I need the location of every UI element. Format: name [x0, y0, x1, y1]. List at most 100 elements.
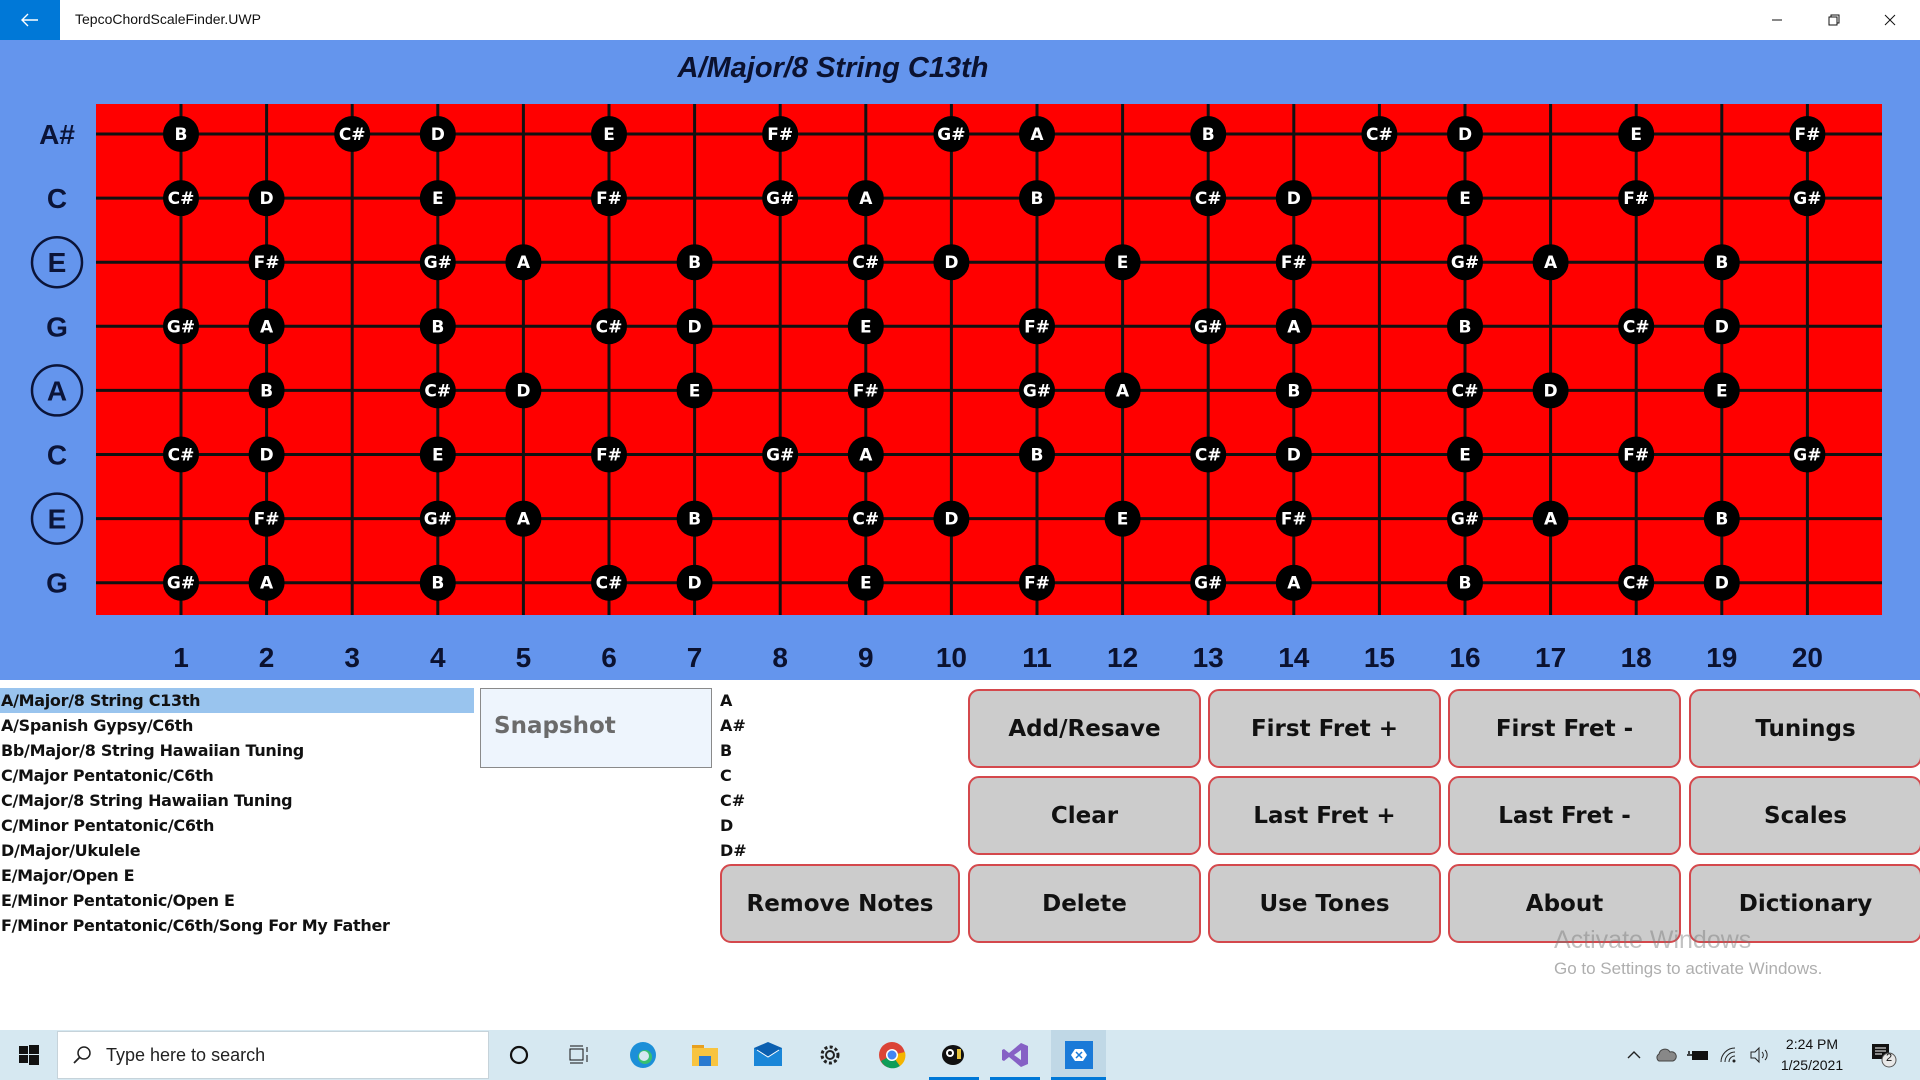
note-label: B: [688, 253, 701, 273]
first-fret-minus-button[interactable]: First Fret -: [1448, 689, 1681, 768]
string-label: C: [47, 183, 67, 214]
note-label: C#: [1195, 189, 1222, 209]
clear-button[interactable]: Clear: [968, 776, 1201, 855]
fret-number: 20: [1792, 642, 1823, 673]
note-label: B: [688, 510, 701, 530]
task-view-icon: [569, 1045, 588, 1064]
note-label: C#: [852, 510, 879, 530]
saved-list-item[interactable]: E/Minor Pentatonic/Open E: [0, 888, 474, 913]
clock-date: 1/25/2021: [1780, 1057, 1844, 1073]
taskbar-edge[interactable]: [619, 1030, 667, 1080]
note-label: G#: [1194, 317, 1222, 337]
note-list-item[interactable]: B: [720, 738, 960, 763]
note-label: G#: [1194, 574, 1222, 594]
edge-icon: [630, 1042, 656, 1068]
saved-scales-list[interactable]: A/Major/8 String C13th A/Spanish Gypsy/C6…: [0, 688, 474, 938]
last-fret-minus-button[interactable]: Last Fret -: [1448, 776, 1681, 855]
taskbar-current-app[interactable]: [1051, 1030, 1106, 1080]
note-list-item[interactable]: D: [720, 813, 960, 838]
taskbar-file-explorer[interactable]: [681, 1030, 729, 1080]
start-button[interactable]: [0, 1030, 57, 1080]
note-label: G#: [1451, 253, 1479, 273]
taskbar-settings[interactable]: [806, 1030, 854, 1080]
note-label: F#: [1281, 253, 1307, 273]
note-label: A: [1116, 381, 1130, 401]
note-label: B: [1459, 317, 1472, 337]
note-label: F#: [596, 446, 622, 466]
note-list-item[interactable]: D#: [720, 838, 960, 860]
speaker-icon: [1750, 1046, 1768, 1064]
saved-list-item[interactable]: C/Major Pentatonic/C6th: [0, 763, 474, 788]
use-tones-button[interactable]: Use Tones: [1208, 864, 1441, 943]
note-list-item[interactable]: A#: [720, 713, 960, 738]
search-placeholder: Type here to search: [106, 1044, 266, 1065]
note-label: C#: [852, 253, 879, 273]
show-hidden-icons-button[interactable]: [1620, 1030, 1648, 1080]
wifi-tray[interactable]: [1714, 1030, 1744, 1080]
note-label: C#: [168, 446, 195, 466]
fret-number: 6: [601, 642, 617, 673]
fretboard[interactable]: A#CEGACEG1 2 3 4 5 6 7 8 9 10 11 12 13 14 15 16 17 18 19 20…: [0, 0, 1920, 680]
volume-tray[interactable]: [1745, 1030, 1775, 1080]
windows-logo-icon: [18, 1045, 39, 1065]
note-label: C#: [596, 317, 623, 337]
tunings-button[interactable]: Tunings: [1689, 689, 1920, 768]
taskbar-mail[interactable]: [744, 1030, 792, 1080]
clock[interactable]: 2:24 PM 1/25/2021: [1778, 1030, 1846, 1080]
note-label: C#: [1366, 125, 1393, 145]
taskbar-bee-app[interactable]: [929, 1030, 979, 1080]
scales-button[interactable]: Scales: [1689, 776, 1920, 855]
note-label: C#: [168, 189, 195, 209]
taskbar-visual-studio[interactable]: [990, 1030, 1040, 1080]
fret-number: 16: [1449, 642, 1480, 673]
note-label: D: [688, 317, 702, 337]
note-label: E: [1459, 189, 1471, 209]
saved-list-item[interactable]: Bb/Major/8 String Hawaiian Tuning: [0, 738, 474, 763]
note-label: B: [1031, 446, 1044, 466]
note-label: E: [1716, 381, 1728, 401]
first-fret-plus-button[interactable]: First Fret +: [1208, 689, 1441, 768]
taskbar-task-view[interactable]: [556, 1030, 604, 1080]
saved-list-item[interactable]: C/Major/8 String Hawaiian Tuning: [0, 788, 474, 813]
action-center-button[interactable]: 2: [1862, 1030, 1906, 1080]
note-label: G#: [1793, 189, 1821, 209]
note-label: F#: [596, 189, 622, 209]
note-label: E: [689, 381, 701, 401]
search-icon: [73, 1046, 91, 1064]
note-label: G#: [167, 574, 195, 594]
battery-tray[interactable]: [1683, 1030, 1713, 1080]
saved-list-item[interactable]: A/Major/8 String C13th: [0, 688, 474, 713]
delete-button[interactable]: Delete: [968, 864, 1201, 943]
note-list-item[interactable]: C#: [720, 788, 960, 813]
add-resave-button[interactable]: Add/Resave: [968, 689, 1201, 768]
note-list-item[interactable]: C: [720, 763, 960, 788]
mail-icon: [754, 1042, 782, 1066]
note-label: D: [260, 446, 274, 466]
saved-list-item[interactable]: C/Minor Pentatonic/C6th: [0, 813, 474, 838]
taskbar-cortana[interactable]: [495, 1030, 543, 1080]
note-label: G#: [424, 253, 452, 273]
note-label: F#: [1623, 189, 1649, 209]
saved-list-item[interactable]: A/Spanish Gypsy/C6th: [0, 713, 474, 738]
note-label: F#: [1794, 125, 1820, 145]
taskbar-search-box[interactable]: Type here to search: [57, 1031, 489, 1079]
saved-list-item[interactable]: F/Minor Pentatonic/C6th/Song For My Fath…: [0, 913, 474, 938]
note-label: E: [1117, 510, 1129, 530]
saved-list-item[interactable]: E/Major/Open E: [0, 863, 474, 888]
note-list-item[interactable]: A: [720, 688, 960, 713]
onedrive-tray[interactable]: [1651, 1030, 1681, 1080]
activate-windows-watermark: Activate Windows Go to Settings to activ…: [1554, 926, 1822, 979]
chevron-up-icon: [1627, 1051, 1641, 1059]
fret-number: 10: [936, 642, 967, 673]
note-label: D: [1715, 574, 1729, 594]
snapshot-input[interactable]: Snapshot: [480, 688, 712, 768]
remove-notes-button[interactable]: Remove Notes: [720, 864, 960, 943]
note-label: D: [260, 189, 274, 209]
taskbar-chrome[interactable]: [868, 1030, 916, 1080]
fretboard-surface[interactable]: [96, 104, 1882, 615]
note-list[interactable]: A A# B C C# D D#: [720, 688, 960, 860]
fret-number: 12: [1107, 642, 1138, 673]
note-label: C#: [1195, 446, 1222, 466]
last-fret-plus-button[interactable]: Last Fret +: [1208, 776, 1441, 855]
saved-list-item[interactable]: D/Major/Ukulele: [0, 838, 474, 863]
